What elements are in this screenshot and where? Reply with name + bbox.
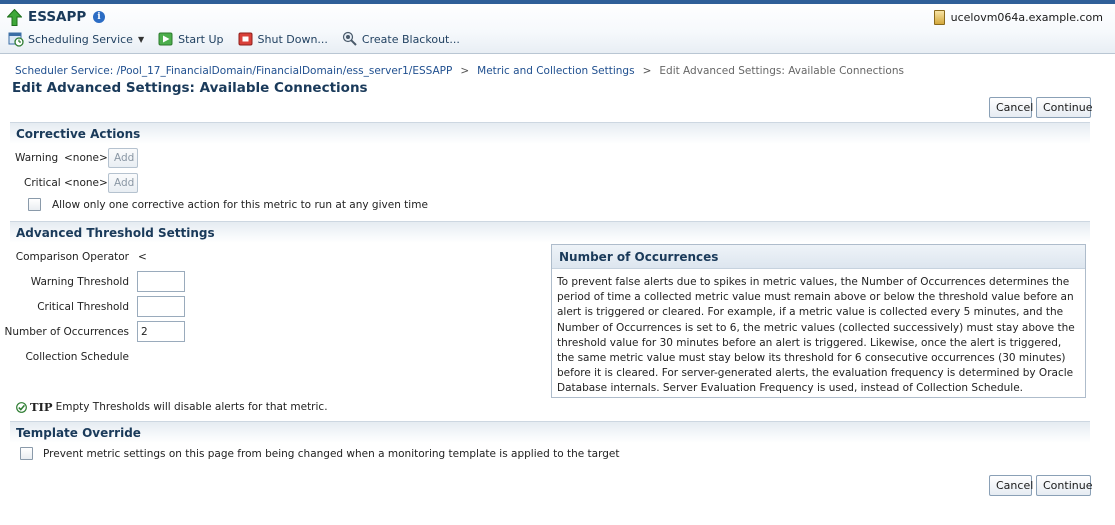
add-warning-action-button[interactable]: Add (108, 148, 138, 168)
template-override-title: Template Override (16, 426, 141, 440)
app-name: ESSAPP (28, 9, 87, 25)
warning-action-label: Warning (15, 152, 59, 164)
info-icon[interactable]: i (93, 11, 105, 23)
advanced-threshold-title: Advanced Threshold Settings (16, 226, 215, 240)
tip-text: Empty Thresholds will disable alerts for… (55, 401, 328, 413)
allow-one-action-checkbox[interactable] (28, 198, 41, 211)
template-override-header: Template Override (10, 421, 1090, 443)
start-up-button[interactable]: Start Up (158, 31, 224, 47)
advanced-threshold-header: Advanced Threshold Settings (10, 221, 1090, 243)
critical-action-value: <none> (64, 177, 108, 189)
allow-one-action-label: Allow only one corrective action for thi… (52, 199, 428, 211)
page-title: Edit Advanced Settings: Available Connec… (12, 80, 368, 96)
prevent-template-override-checkbox[interactable] (20, 447, 33, 460)
top-header: ESSAPP i ucelovm064a.example.com Schedul… (0, 0, 1115, 54)
scheduling-service-label[interactable]: Scheduling Service (28, 33, 133, 46)
warning-threshold-label: Warning Threshold (30, 276, 129, 288)
critical-action-label: Critical (24, 177, 61, 189)
continue-button-bottom[interactable]: Continue (1036, 475, 1092, 496)
breadcrumb-scheduler-service[interactable]: Scheduler Service: /Pool_17_FinancialDom… (15, 65, 452, 77)
start-up-icon (158, 32, 173, 46)
host-icon (933, 9, 945, 25)
warning-threshold-input[interactable] (137, 271, 185, 292)
scheduling-service-menu[interactable]: Scheduling Service ▼ (8, 31, 144, 47)
host-name[interactable]: ucelovm064a.example.com (951, 11, 1103, 24)
shut-down-label[interactable]: Shut Down... (258, 33, 328, 46)
critical-threshold-input[interactable] (137, 296, 185, 317)
cancel-button-bottom[interactable]: Cancel (989, 475, 1033, 496)
shut-down-icon (238, 32, 253, 46)
occurrences-label: Number of Occurrences (4, 326, 129, 338)
window-frame-top (0, 0, 1115, 4)
occurrences-input[interactable] (137, 321, 185, 342)
breadcrumb-metric-settings[interactable]: Metric and Collection Settings (477, 65, 634, 77)
occurrences-info-title: Number of Occurrences (559, 250, 719, 264)
create-blackout-icon (342, 31, 357, 46)
occurrences-info-text: To prevent false alerts due to spikes in… (557, 276, 1075, 395)
host-link[interactable]: ucelovm064a.example.com (933, 9, 1103, 25)
tip-label: TIP (30, 400, 53, 414)
breadcrumb-separator: > (642, 65, 652, 77)
create-blackout-label[interactable]: Create Blackout... (362, 33, 460, 46)
start-up-label[interactable]: Start Up (178, 33, 223, 46)
toolbar: Scheduling Service ▼ Start Up Shut Down.… (8, 30, 474, 48)
corrective-actions-header: Corrective Actions (10, 122, 1090, 144)
comparison-operator-label: Comparison Operator (15, 251, 129, 263)
occurrences-info-header: Number of Occurrences (552, 245, 1085, 269)
check-icon (16, 401, 27, 413)
comparison-operator-value: < (138, 251, 147, 263)
prevent-template-override-label: Prevent metric settings on this page fro… (43, 448, 620, 460)
continue-button[interactable]: Continue (1036, 97, 1092, 118)
breadcrumb-separator: > (460, 65, 470, 77)
breadcrumb-current: Edit Advanced Settings: Available Connec… (659, 65, 904, 77)
create-blackout-button[interactable]: Create Blackout... (342, 31, 460, 47)
shut-down-button[interactable]: Shut Down... (238, 31, 328, 47)
up-arrow-icon (7, 9, 22, 26)
tip: TIP Empty Thresholds will disable alerts… (16, 400, 328, 414)
critical-threshold-label: Critical Threshold (37, 301, 129, 313)
breadcrumb: Scheduler Service: /Pool_17_FinancialDom… (15, 65, 904, 77)
add-critical-action-button[interactable]: Add (108, 173, 138, 193)
cancel-button[interactable]: Cancel (989, 97, 1033, 118)
scheduling-service-icon (8, 32, 24, 47)
corrective-actions-title: Corrective Actions (16, 127, 141, 141)
warning-action-value: <none> (64, 152, 108, 164)
occurrences-info-box: Number of Occurrences To prevent false a… (551, 244, 1086, 398)
collection-schedule-label: Collection Schedule (25, 351, 129, 363)
chevron-down-icon[interactable]: ▼ (138, 35, 144, 44)
